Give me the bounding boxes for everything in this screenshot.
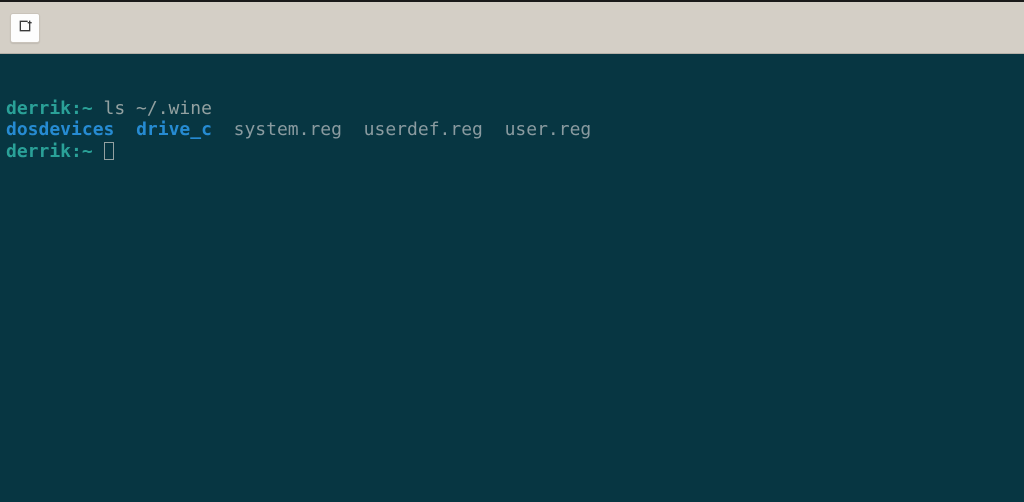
new-tab-icon	[17, 18, 33, 38]
new-tab-button[interactable]	[10, 13, 40, 43]
terminal-window: derrik:~ ls ~/.winedosdevices drive_c sy…	[0, 0, 1024, 502]
prompt-text: derrik:~	[6, 98, 93, 119]
terminal-line-2: dosdevices drive_c system.reg userdef.re…	[6, 120, 1018, 141]
ls-entry-drive-c: drive_c	[136, 119, 212, 140]
ls-entry-dosdevices: dosdevices	[6, 119, 114, 140]
terminal-line-1: derrik:~ ls ~/.wine	[6, 99, 1018, 120]
ls-entry-user-reg: user.reg	[505, 119, 592, 140]
ls-entry-userdef-reg: userdef.reg	[364, 119, 483, 140]
terminal-cursor	[104, 142, 114, 160]
terminal-body[interactable]: derrik:~ ls ~/.winedosdevices drive_c sy…	[0, 54, 1024, 502]
command-text: ls ~/.wine	[93, 98, 212, 119]
terminal-line-3: derrik:~	[6, 141, 1018, 163]
prompt-text: derrik:~	[6, 141, 93, 162]
ls-entry-system-reg: system.reg	[234, 119, 342, 140]
window-titlebar	[0, 2, 1024, 54]
